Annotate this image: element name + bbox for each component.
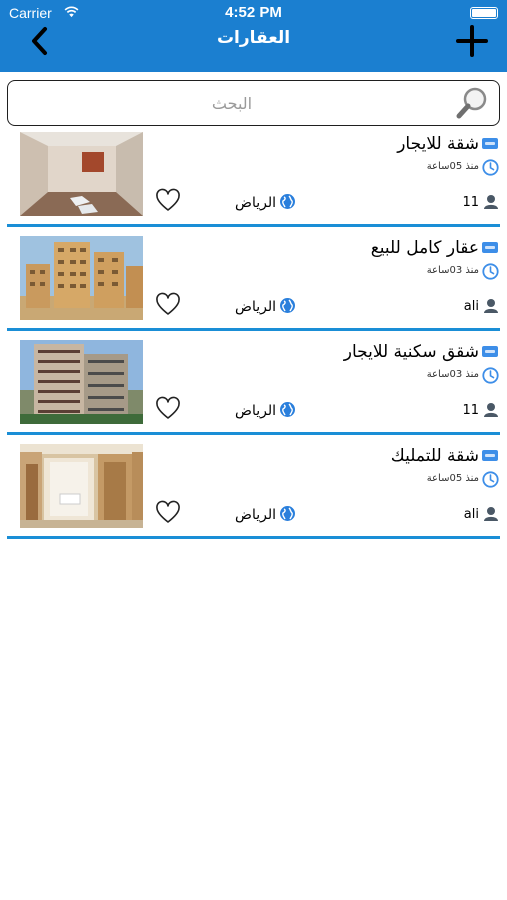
empty-room-photo	[20, 132, 143, 216]
ad-icon	[482, 242, 498, 253]
listing-user: ali	[463, 507, 479, 522]
globe-icon	[280, 194, 295, 209]
status-time: 4:52 PM	[225, 4, 282, 21]
listing-time: منذ 05ساعة	[426, 161, 479, 172]
row-separator	[7, 328, 500, 331]
add-button[interactable]	[455, 24, 489, 58]
status-bar: Carrier 4:52 PM	[0, 0, 507, 26]
clock-icon	[482, 471, 499, 488]
listing-time: منذ 03ساعة	[426, 369, 479, 380]
battery-icon	[470, 7, 498, 19]
globe-icon	[280, 506, 295, 521]
row-separator	[7, 536, 500, 539]
listing-user: ali	[463, 299, 479, 314]
clock-icon	[482, 159, 499, 176]
user-icon	[484, 299, 498, 313]
list-item[interactable]: شقة للتمليك منذ 05ساعة ali الرياض	[0, 440, 507, 544]
header-bar: Carrier 4:52 PM العقارات	[0, 0, 507, 72]
globe-icon	[280, 402, 295, 417]
favorite-heart-icon[interactable]	[155, 500, 181, 526]
row-separator	[7, 432, 500, 435]
list-item[interactable]: عقار كامل للبيع منذ 03ساعة ali الرياض	[0, 232, 507, 336]
user-icon	[484, 195, 498, 209]
row-separator	[7, 224, 500, 227]
interior-rooms-photo	[20, 444, 143, 528]
listings-list: شقة للايجار منذ 05ساعة 11 الرياض عقار كا…	[0, 128, 507, 544]
listing-user: 11	[462, 195, 479, 210]
listing-title: عقار كامل للبيع	[370, 238, 479, 258]
user-icon	[484, 403, 498, 417]
search-bar	[7, 80, 500, 126]
favorite-heart-icon[interactable]	[155, 396, 181, 422]
navigation-bar: العقارات	[0, 24, 507, 68]
apartment-blocks-photo	[20, 236, 143, 320]
listing-title: شقة للايجار	[397, 134, 479, 154]
listing-city: الرياض	[235, 507, 276, 523]
clock-icon	[482, 367, 499, 384]
list-item[interactable]: شقة للايجار منذ 05ساعة 11 الرياض	[0, 128, 507, 232]
tower-building-photo	[20, 340, 143, 424]
magnifier-icon[interactable]	[455, 85, 491, 121]
clock-icon	[482, 263, 499, 280]
search-input[interactable]	[22, 86, 442, 120]
favorite-heart-icon[interactable]	[155, 188, 181, 214]
ad-icon	[482, 138, 498, 149]
ad-icon	[482, 346, 498, 357]
listing-time: منذ 05ساعة	[426, 473, 479, 484]
favorite-heart-icon[interactable]	[155, 292, 181, 318]
listing-title: شقق سكنية للايجار	[343, 342, 479, 362]
page-title: العقارات	[216, 28, 291, 48]
ad-icon	[482, 450, 498, 461]
listing-user: 11	[462, 403, 479, 418]
list-item[interactable]: شقق سكنية للايجار منذ 03ساعة 11 الرياض	[0, 336, 507, 440]
listing-city: الرياض	[235, 299, 276, 315]
globe-icon	[280, 298, 295, 313]
user-icon	[484, 507, 498, 521]
listing-city: الرياض	[235, 403, 276, 419]
listing-time: منذ 03ساعة	[426, 265, 479, 276]
listing-city: الرياض	[235, 195, 276, 211]
plus-icon	[456, 25, 488, 57]
listing-title: شقة للتمليك	[390, 446, 479, 466]
